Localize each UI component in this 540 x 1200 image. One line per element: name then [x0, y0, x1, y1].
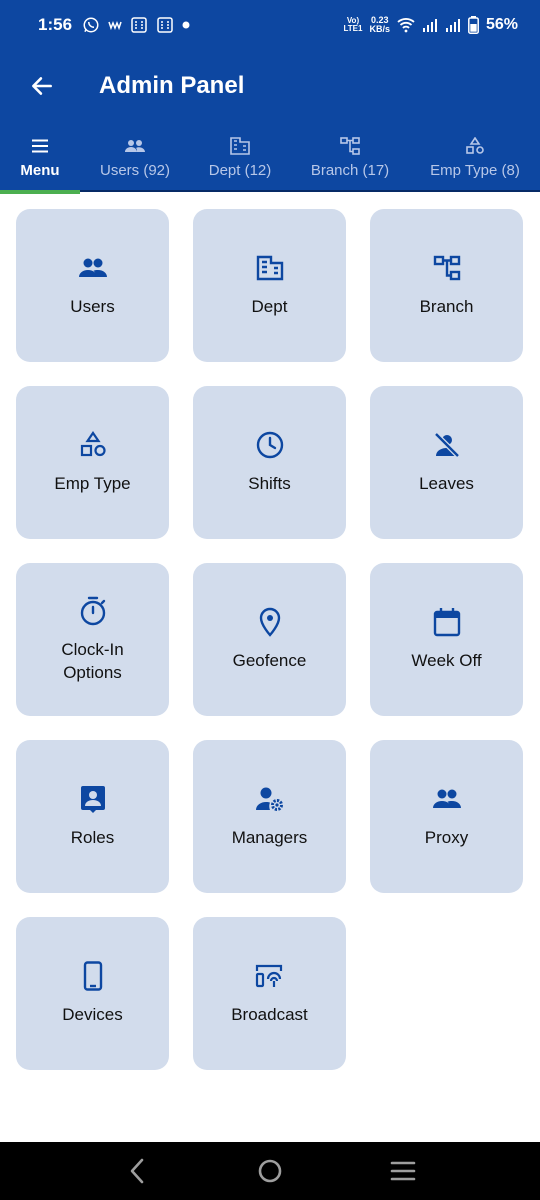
shapes-icon: [78, 430, 108, 460]
phone-icon: [78, 961, 108, 991]
nav-recents-button[interactable]: [373, 1146, 433, 1196]
shapes-icon: [465, 135, 485, 157]
tab-branch[interactable]: Branch (17): [290, 122, 410, 192]
tree-icon: [340, 135, 360, 157]
lte-indicator: Vo) LTE1: [343, 16, 363, 33]
tab-users[interactable]: Users (92): [80, 122, 190, 192]
calculator-icon: [130, 16, 148, 34]
nav-back-button[interactable]: [107, 1146, 167, 1196]
card-branch[interactable]: Branch: [370, 209, 523, 362]
status-bar: 1:56 Vo) LTE1 0.23 KB/s 56%: [0, 0, 540, 50]
battery-icon: [468, 16, 479, 34]
timer-icon: [78, 596, 108, 626]
tab-dept[interactable]: Dept (12): [190, 122, 290, 192]
back-button[interactable]: [0, 50, 84, 122]
system-nav-bar: [0, 1142, 540, 1200]
card-geofence[interactable]: Geofence: [193, 563, 346, 716]
badge-icon: [78, 784, 108, 814]
chevron-left-icon: [130, 1158, 143, 1184]
menu-grid: Users Dept Branch Emp Type Shifts Leaves…: [16, 209, 524, 1070]
card-week-off[interactable]: Week Off: [370, 563, 523, 716]
card-clock-in-options[interactable]: Clock-In Options: [16, 563, 169, 716]
status-time: 1:56: [38, 15, 73, 34]
menu-icon: [31, 135, 49, 157]
screen: 1:56 Vo) LTE1 0.23 KB/s 56% Admin Panel …: [0, 0, 540, 1200]
card-emp-type[interactable]: Emp Type: [16, 386, 169, 539]
broadcast-icon: [255, 961, 285, 991]
status-system-icons: Vo) LTE1 0.23 KB/s 56%: [343, 16, 518, 34]
building-icon: [255, 253, 285, 283]
nav-home-button[interactable]: [240, 1146, 300, 1196]
card-leaves[interactable]: Leaves: [370, 386, 523, 539]
wifi-icon: [397, 17, 415, 33]
card-dept[interactable]: Dept: [193, 209, 346, 362]
signal-icon: [445, 17, 461, 33]
signal-icon: [422, 17, 438, 33]
app-bar: Admin Panel: [0, 50, 540, 122]
card-broadcast[interactable]: Broadcast: [193, 917, 346, 1070]
card-proxy[interactable]: Proxy: [370, 740, 523, 893]
tab-menu[interactable]: Menu: [0, 122, 80, 194]
net-speed: 0.23 KB/s: [369, 15, 390, 34]
card-devices[interactable]: Devices: [16, 917, 169, 1070]
card-shifts[interactable]: Shifts: [193, 386, 346, 539]
calendar-icon: [432, 607, 462, 637]
building-icon: [230, 135, 250, 157]
battery-percent: 56%: [485, 16, 518, 33]
app-notification-icon: [108, 20, 122, 30]
tab-bar: Menu Users (92) Dept (12) Branch (17) Em…: [0, 122, 540, 194]
card-users[interactable]: Users: [16, 209, 169, 362]
status-notification-icons: [82, 16, 190, 34]
location-pin-icon: [255, 607, 285, 637]
tab-emp-type[interactable]: Emp Type (8): [410, 122, 540, 192]
card-managers[interactable]: Managers: [193, 740, 346, 893]
arrow-back-icon: [32, 77, 52, 95]
whatsapp-icon: [82, 16, 100, 34]
circle-icon: [258, 1159, 282, 1183]
calculator-icon: [156, 16, 174, 34]
people-icon: [432, 784, 462, 814]
manage-accounts-icon: [255, 784, 285, 814]
card-roles[interactable]: Roles: [16, 740, 169, 893]
people-icon: [124, 135, 146, 157]
menu-lines-icon: [391, 1161, 416, 1181]
people-icon: [78, 253, 108, 283]
page-title: Admin Panel: [99, 72, 245, 99]
person-off-icon: [432, 430, 462, 460]
dot-icon: [182, 21, 190, 29]
clock-icon: [255, 430, 285, 460]
tree-icon: [432, 253, 462, 283]
